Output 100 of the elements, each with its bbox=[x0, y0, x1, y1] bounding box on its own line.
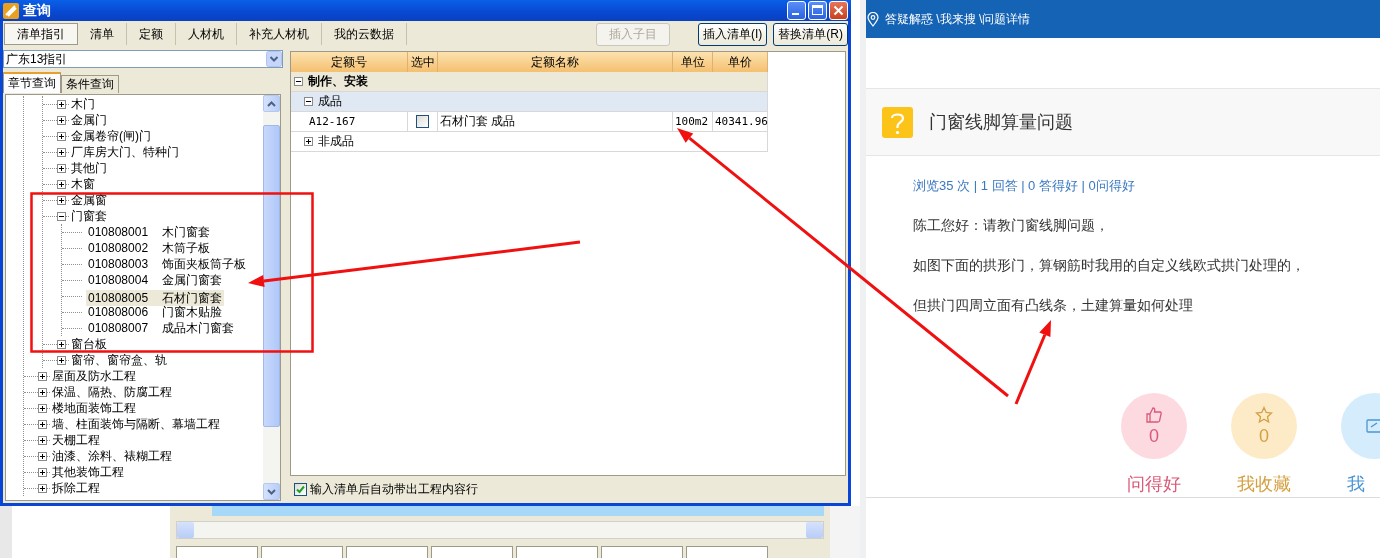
tree-item[interactable]: 窗帘、窗帘盒、轨 bbox=[69, 352, 169, 368]
plus-box-icon[interactable] bbox=[57, 195, 66, 205]
plus-box-icon[interactable] bbox=[57, 339, 66, 349]
plus-box-icon[interactable] bbox=[38, 435, 47, 445]
tab[interactable] bbox=[431, 546, 513, 558]
column-header[interactable]: 单价 bbox=[713, 52, 768, 72]
tab[interactable]: 我的云数据 bbox=[322, 23, 407, 45]
checkbox-label[interactable]: 输入清单后自动带出工程内容行 bbox=[310, 481, 478, 498]
tree-item[interactable]: 门窗套 bbox=[69, 208, 109, 224]
paragraph: 但拱门四周立面有凸线条，土建算量如何处理 bbox=[913, 296, 1194, 315]
table-cell: 40341.96 bbox=[713, 112, 768, 132]
tree-item[interactable]: 金属卷帘(闸)门 bbox=[69, 128, 153, 144]
tree-item[interactable]: 010808005 石材门窗套 bbox=[86, 289, 225, 306]
tree-item[interactable]: 墙、柱面装饰与隔断、幕墙工程 bbox=[50, 416, 222, 432]
plus-box-icon[interactable] bbox=[38, 451, 47, 461]
tree-item[interactable]: 010808006 门窗木贴脸 bbox=[86, 304, 225, 320]
minus-box-icon[interactable] bbox=[304, 97, 313, 106]
paragraph: 陈工您好：请教门窗线脚问题， bbox=[913, 216, 1110, 235]
plus-box-icon[interactable] bbox=[57, 131, 66, 141]
group-row[interactable]: 制作、安装 bbox=[291, 72, 768, 92]
tree-item[interactable]: 其他装饰工程 bbox=[50, 464, 126, 480]
tree-item[interactable]: 厂库房大门、特种门 bbox=[69, 144, 181, 160]
tree-item[interactable]: 天棚工程 bbox=[50, 432, 102, 448]
tab[interactable]: 清单指引 bbox=[4, 23, 78, 45]
question-stats: 浏览35 次 | 1 回答 | 0 答得好 | 0问得好 bbox=[913, 177, 1136, 195]
group-row[interactable]: 非成品 bbox=[291, 132, 768, 152]
tab[interactable]: 人材机 bbox=[176, 23, 237, 45]
tree-item[interactable]: 金属门 bbox=[69, 112, 109, 128]
column-header[interactable]: 选中 bbox=[408, 52, 438, 72]
plus-box-icon[interactable] bbox=[38, 467, 47, 477]
plus-box-icon[interactable] bbox=[57, 99, 66, 109]
tab[interactable] bbox=[601, 546, 683, 558]
action-button[interactable]: 插入清单(I) bbox=[698, 22, 768, 46]
tree-item[interactable]: 010808001 木门窗套 bbox=[86, 224, 213, 240]
horizontal-scrollbar[interactable] bbox=[176, 520, 824, 540]
tab[interactable]: 清单 bbox=[78, 23, 127, 45]
tree-item[interactable]: 拆除工程 bbox=[50, 480, 102, 496]
tree-item[interactable]: 油漆、涂料、裱糊工程 bbox=[50, 448, 174, 464]
minus-box-icon[interactable] bbox=[57, 211, 66, 221]
tab[interactable]: 定额 bbox=[127, 23, 176, 45]
group-row[interactable]: 成品 bbox=[291, 92, 768, 112]
column-header[interactable]: 定额号 bbox=[291, 52, 408, 72]
tree-item[interactable]: 其他门 bbox=[69, 160, 109, 176]
plus-box-icon[interactable] bbox=[57, 355, 66, 365]
star-icon bbox=[1255, 405, 1273, 424]
tab[interactable] bbox=[261, 546, 343, 558]
plus-box-icon[interactable] bbox=[304, 137, 313, 146]
tree-item[interactable]: 010808002 木筒子板 bbox=[86, 240, 213, 256]
table-cell: 石材门套 成品 bbox=[438, 112, 673, 132]
tab[interactable] bbox=[516, 546, 598, 558]
tab[interactable] bbox=[176, 546, 258, 558]
location-pin-icon bbox=[867, 11, 879, 27]
tree-item[interactable]: 金属窗 bbox=[69, 192, 109, 208]
plus-box-icon[interactable] bbox=[38, 387, 47, 397]
plus-box-icon[interactable] bbox=[38, 483, 47, 493]
minus-box-icon[interactable] bbox=[294, 77, 303, 86]
tab[interactable]: 条件查询 bbox=[61, 75, 119, 93]
dropdown[interactable]: 广东13指引 bbox=[3, 50, 283, 68]
column-header[interactable]: 定额名称 bbox=[438, 52, 673, 72]
scrollbar-thumb[interactable] bbox=[263, 125, 280, 427]
plus-box-icon[interactable] bbox=[57, 179, 66, 189]
tree-item[interactable]: 窗台板 bbox=[69, 336, 109, 352]
tree-item[interactable]: 保温、隔热、防腐工程 bbox=[50, 384, 174, 400]
tab[interactable] bbox=[686, 546, 768, 558]
plus-box-icon[interactable] bbox=[38, 419, 47, 429]
share-icon bbox=[1365, 417, 1380, 435]
scroll-down-button[interactable] bbox=[263, 483, 280, 500]
scroll-up-button[interactable] bbox=[263, 95, 280, 112]
close-button[interactable] bbox=[829, 1, 848, 20]
tree-item[interactable]: 010808003 饰面夹板筒子板 bbox=[86, 256, 249, 272]
breadcrumb: 答疑解惑 \我来搜 \问题详情 bbox=[885, 10, 1031, 28]
column-header[interactable]: 单位 bbox=[673, 52, 713, 72]
app-icon bbox=[3, 2, 19, 19]
chevron-up-icon bbox=[267, 100, 276, 107]
chevron-down-icon bbox=[266, 51, 282, 67]
minimize-button[interactable] bbox=[787, 1, 806, 20]
tab[interactable] bbox=[346, 546, 428, 558]
question-icon bbox=[882, 106, 913, 138]
plus-box-icon[interactable] bbox=[57, 147, 66, 157]
table-cell: A12-167 bbox=[291, 112, 408, 132]
plus-box-icon[interactable] bbox=[38, 403, 47, 413]
tree-item[interactable]: 木门 bbox=[69, 96, 97, 112]
tab[interactable]: 补充人材机 bbox=[237, 23, 322, 45]
plus-box-icon[interactable] bbox=[57, 115, 66, 125]
checkbox[interactable] bbox=[416, 115, 429, 128]
tree-item[interactable]: 010808004 金属门窗套 bbox=[86, 272, 225, 288]
question-title: 门窗线脚算量问题 bbox=[929, 111, 1073, 134]
tree-item[interactable]: 屋面及防水工程 bbox=[50, 368, 138, 384]
action-button[interactable]: 替换清单(R) bbox=[773, 22, 848, 46]
plus-box-icon[interactable] bbox=[38, 371, 47, 381]
window-title: 查询 bbox=[23, 1, 51, 20]
thumbs-up-icon bbox=[1145, 405, 1163, 424]
action-label: 我收藏 bbox=[1237, 473, 1291, 496]
tree-item[interactable]: 木窗 bbox=[69, 176, 97, 192]
tab[interactable]: 章节查询 bbox=[3, 72, 61, 93]
plus-box-icon[interactable] bbox=[57, 163, 66, 173]
tree-item[interactable]: 010808007 成品木门窗套 bbox=[86, 320, 237, 336]
tree-item[interactable]: 楼地面装饰工程 bbox=[50, 400, 138, 416]
maximize-button[interactable] bbox=[808, 1, 827, 20]
checkbox[interactable] bbox=[294, 483, 307, 496]
